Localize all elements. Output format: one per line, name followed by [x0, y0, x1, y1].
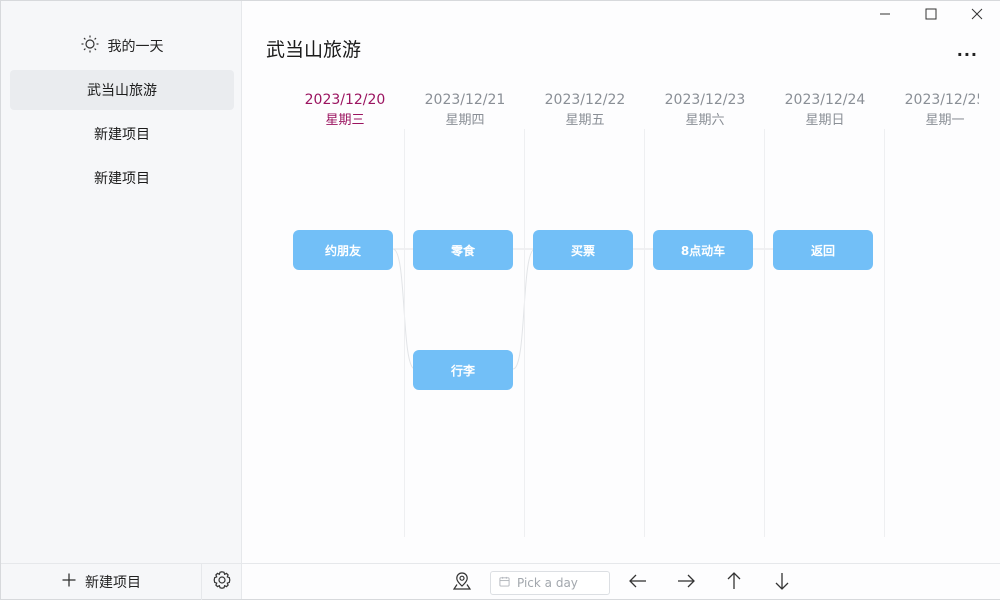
task-card[interactable]: 8点动车: [653, 230, 753, 270]
day-column: 2023/12/20 星期三: [285, 89, 405, 537]
maximize-button[interactable]: [908, 1, 954, 27]
arrow-right-icon: [676, 571, 696, 595]
more-options-button[interactable]: ...: [957, 41, 978, 60]
sidebar-item-label: 武当山旅游: [87, 83, 157, 99]
close-window-button[interactable]: [954, 1, 1000, 27]
scroll-down-button[interactable]: [770, 571, 794, 595]
day-date: 2023/12/23: [664, 92, 746, 108]
sidebar: 我的一天 武当山旅游 新建项目 新建项目 新建项目: [1, 1, 242, 600]
sidebar-item-new-project-1[interactable]: 新建项目: [10, 114, 234, 154]
window-controls: [862, 1, 1000, 27]
day-column: 2023/12/21 星期四: [405, 89, 525, 537]
sidebar-item-label: 新建项目: [94, 127, 150, 143]
close-icon: [971, 5, 983, 24]
day-weekday: 星期五: [565, 113, 605, 128]
task-card[interactable]: 买票: [533, 230, 633, 270]
sidebar-item-new-project-2[interactable]: 新建项目: [10, 158, 234, 198]
date-picker[interactable]: Pick a day: [490, 571, 610, 595]
minimize-icon: [879, 5, 891, 24]
day-column: 2023/12/25 星期一: [885, 89, 979, 537]
arrow-down-icon: [772, 571, 792, 595]
day-weekday: 星期日: [805, 113, 845, 128]
my-day-item[interactable]: 我的一天: [1, 29, 242, 63]
arrow-left-icon: [628, 571, 648, 595]
task-card[interactable]: 行李: [413, 350, 513, 390]
day-date: 2023/12/20: [304, 92, 386, 108]
main-panel: 武当山旅游 ... 2023/12/20 星期三 2023/12/21 星期四: [242, 1, 1000, 599]
day-weekday: 星期六: [685, 113, 725, 128]
maximize-icon: [925, 5, 937, 24]
gear-icon: [212, 570, 232, 594]
app-window: 我的一天 武当山旅游 新建项目 新建项目 新建项目 武当山旅游 ... 2023…: [0, 0, 1000, 600]
day-column: 2023/12/22 星期五: [525, 89, 645, 537]
scroll-up-button[interactable]: [722, 571, 746, 595]
sidebar-footer: 新建项目: [1, 563, 242, 600]
minimize-button[interactable]: [862, 1, 908, 27]
sidebar-item-label: 新建项目: [94, 171, 150, 187]
arrow-up-icon: [724, 571, 744, 595]
my-day-label: 我的一天: [107, 39, 164, 55]
add-project-label: 新建项目: [85, 575, 141, 591]
map-pin-icon: [452, 571, 472, 595]
sidebar-item-wudang-trip[interactable]: 武当山旅游: [10, 70, 234, 110]
page-title: 武当山旅游: [266, 39, 362, 61]
day-column: 2023/12/24 星期日: [765, 89, 885, 537]
timeline: 2023/12/20 星期三 2023/12/21 星期四 2023/12/22…: [285, 89, 979, 537]
day-weekday: 星期三: [325, 113, 365, 128]
day-date: 2023/12/25: [904, 92, 979, 108]
sun-icon: [80, 34, 100, 58]
day-date: 2023/12/22: [544, 92, 626, 108]
task-card[interactable]: 零食: [413, 230, 513, 270]
add-project-button[interactable]: 新建项目: [1, 563, 202, 600]
date-picker-placeholder: Pick a day: [517, 576, 578, 590]
settings-button[interactable]: [202, 564, 242, 600]
calendar-icon: [499, 576, 510, 590]
day-date: 2023/12/24: [784, 92, 866, 108]
task-card[interactable]: 约朋友: [293, 230, 393, 270]
plus-icon: [61, 572, 77, 592]
day-column: 2023/12/23 星期六: [645, 89, 765, 537]
scroll-right-button[interactable]: [674, 571, 698, 595]
scroll-left-button[interactable]: [626, 571, 650, 595]
day-date: 2023/12/21: [424, 92, 506, 108]
day-weekday: 星期四: [445, 113, 485, 128]
locate-today-button[interactable]: [450, 571, 474, 595]
task-card[interactable]: 返回: [773, 230, 873, 270]
bottom-toolbar: Pick a day: [242, 563, 1000, 600]
day-weekday: 星期一: [925, 113, 965, 128]
